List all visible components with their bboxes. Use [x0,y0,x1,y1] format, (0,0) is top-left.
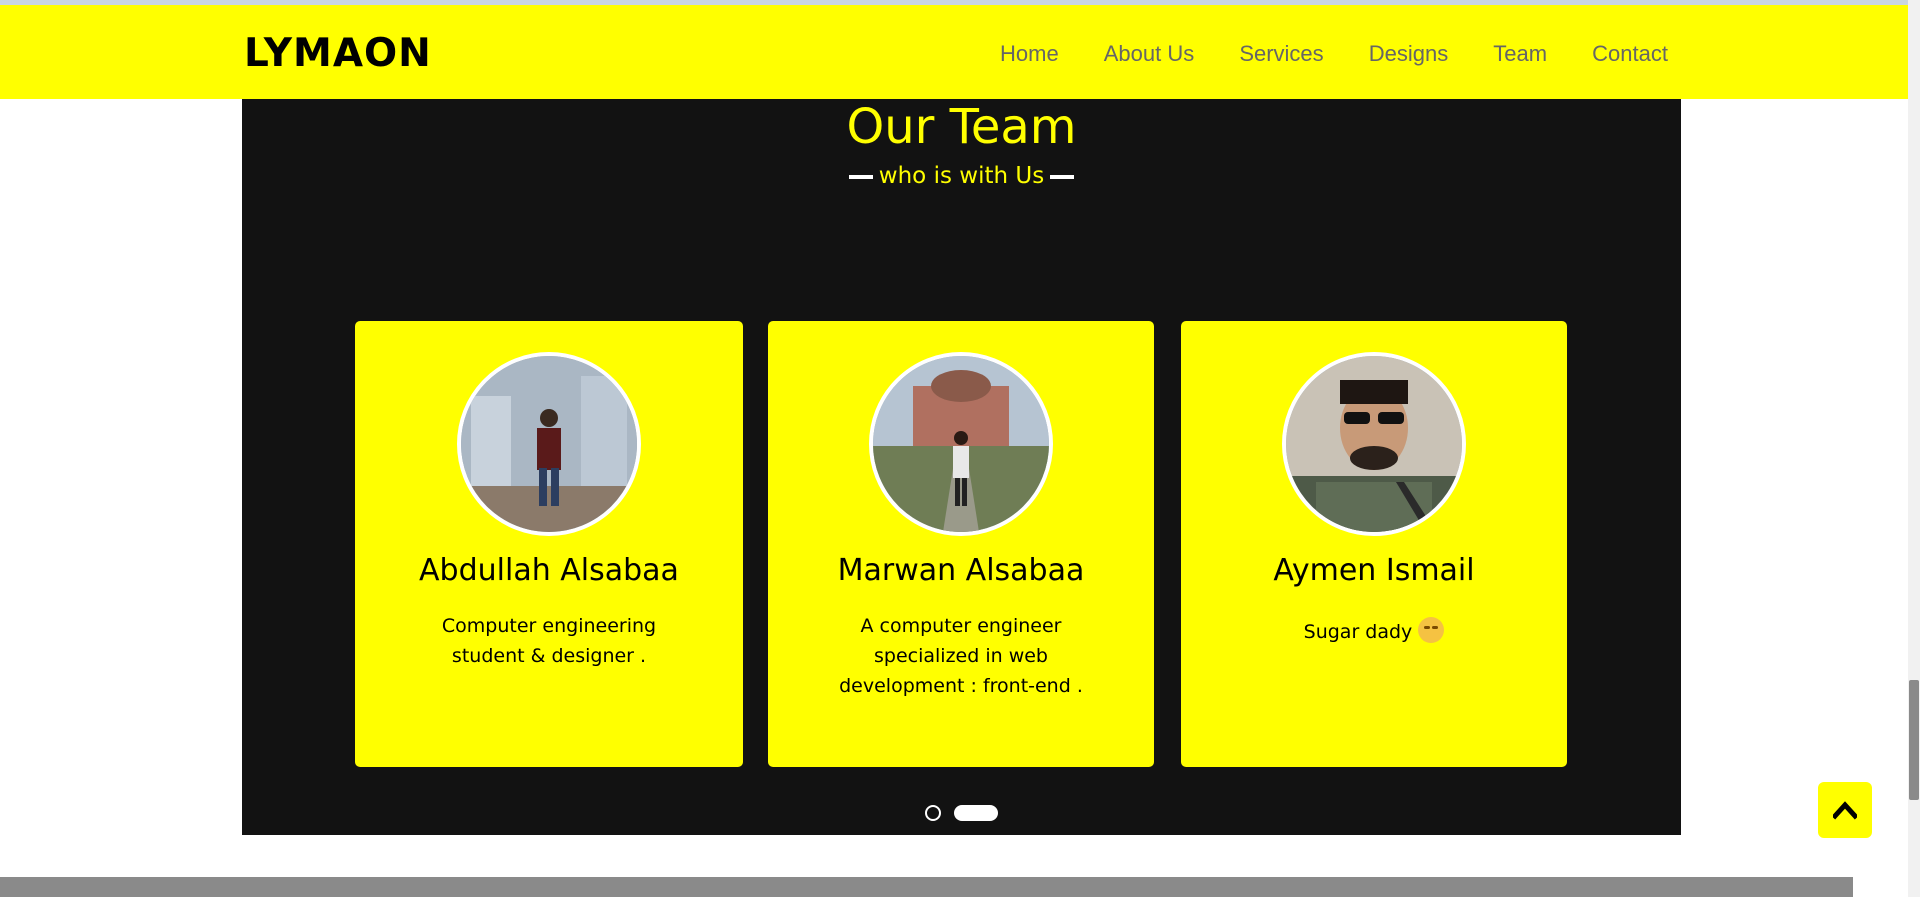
member-description: Computer engineering student & designer … [441,615,657,667]
scrollbar-thumb[interactable] [1909,680,1919,800]
subtitle-text: who is with Us [878,163,1045,189]
avatar [1282,352,1466,536]
nav-link-contact[interactable]: Contact [1592,41,1668,67]
team-card: Abdullah Alsabaa Computer engineering st… [355,321,743,767]
chevron-up-icon [1833,801,1857,820]
avatar [869,352,1053,536]
member-description-text: Sugar dady [1303,621,1413,643]
nav-link-home[interactable]: Home [1000,41,1059,67]
navbar: LYMAON Home About Us Services Designs Te… [0,5,1908,99]
footer-edge [0,877,1853,897]
team-card: Marwan Alsabaa A computer engineer speci… [768,321,1154,767]
carousel-dot-active[interactable] [954,805,998,821]
avatar [457,352,641,536]
member-name: Abdullah Alsabaa [419,553,679,588]
carousel-dot[interactable] [925,805,941,821]
team-card: Aymen Ismail Sugar dady [1181,321,1567,767]
member-description: Sugar dady [1241,617,1507,647]
nav-link-designs[interactable]: Designs [1369,41,1448,67]
nav-link-about-us[interactable]: About Us [1104,41,1195,67]
member-name: Marwan Alsabaa [837,553,1085,588]
logo[interactable]: LYMAON [244,31,432,76]
member-description: A computer engineer specialized in web d… [839,615,1083,697]
nav-link-services[interactable]: Services [1239,41,1323,67]
nav-link-team[interactable]: Team [1493,41,1547,67]
emoji-icon [1418,617,1445,643]
carousel-pagination [242,805,1681,825]
subtitle-dash-right [1050,174,1075,179]
team-section: Our Team who is with Us Abdullah Alsabaa… [242,99,1681,835]
member-name: Aymen Ismail [1273,553,1475,588]
nav-links: Home About Us Services Designs Team Cont… [1000,41,1668,67]
section-subtitle: who is with Us [242,163,1681,189]
subtitle-dash-left [848,174,873,179]
section-title: Our Team [846,99,1077,155]
scroll-top-button[interactable] [1818,782,1872,838]
